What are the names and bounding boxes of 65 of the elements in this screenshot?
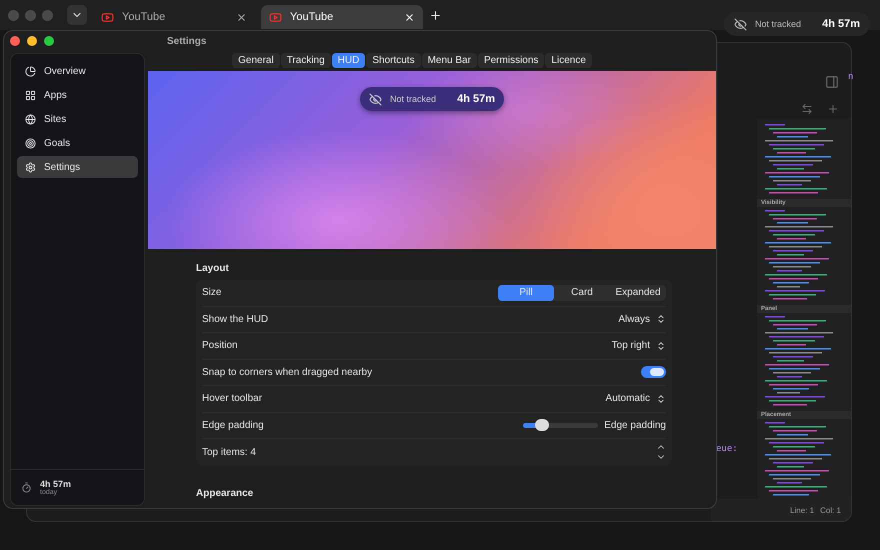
swap-icon[interactable] — [801, 103, 813, 115]
code-text: eue: — [716, 444, 738, 454]
zoom-button[interactable] — [44, 36, 54, 46]
cursor-position: Line: 1 — [790, 506, 814, 514]
popup-select[interactable]: Top right — [612, 340, 666, 352]
settings-tab[interactable]: Menu Bar — [422, 52, 477, 68]
setting-label: Hover toolbar — [202, 393, 264, 404]
section-title: Appearance — [196, 488, 254, 498]
updown-icon — [656, 394, 666, 404]
close-icon[interactable] — [236, 12, 247, 22]
tab-list-button[interactable] — [67, 5, 87, 25]
close-icon[interactable] — [404, 12, 415, 22]
eye-off-icon — [734, 18, 747, 30]
hud-time: 4h 57m — [822, 18, 860, 30]
sidebar-item[interactable]: Goals — [17, 132, 138, 154]
eye-off-icon — [369, 92, 382, 106]
popup-select[interactable]: Automatic — [606, 393, 666, 404]
updown-icon — [656, 314, 666, 324]
slider-thumb[interactable] — [535, 418, 550, 431]
setting-label: Snap to corners when dragged nearby — [202, 366, 374, 378]
popup-select[interactable]: Always — [618, 314, 666, 325]
hud-time: 4h 57m — [457, 93, 495, 105]
setting-label: Top items: 4 — [202, 446, 257, 458]
setting-label: Edge padding — [202, 420, 265, 431]
sidebar-icon — [25, 90, 36, 100]
settings-tab[interactable]: Permissions — [478, 52, 544, 68]
hud-status: Not tracked — [755, 19, 802, 29]
slider-reading: Edge padding — [604, 420, 666, 431]
settings-tab[interactable]: Licence — [545, 52, 592, 68]
sidebar-item[interactable]: Sites — [17, 108, 138, 130]
sidebar-icon — [25, 162, 36, 172]
hud-status: Not tracked — [390, 94, 436, 104]
sidebar-item[interactable]: Apps — [17, 84, 138, 106]
code-text: n — [848, 72, 854, 82]
updown-icon — [656, 340, 666, 351]
setting-label: Position — [202, 340, 239, 352]
today-total: 4h 57m — [40, 479, 72, 489]
new-tab-icon[interactable] — [429, 8, 442, 22]
sidebar-icon — [25, 114, 36, 124]
sidebar-item[interactable]: Overview — [17, 60, 138, 82]
minimize-button[interactable] — [27, 36, 37, 46]
cursor-position: Col: 1 — [820, 506, 841, 514]
setting-label: Size — [202, 287, 222, 298]
video-icon — [101, 10, 114, 24]
settings-tab[interactable]: Shortcuts — [366, 52, 421, 68]
close-button[interactable] — [10, 36, 20, 46]
setting-label: Show the HUD — [202, 314, 270, 325]
settings-tab[interactable]: Tracking — [280, 52, 331, 68]
sidebar-icon — [25, 66, 36, 76]
toggle-switch[interactable] — [641, 366, 666, 378]
section-title: Layout — [196, 263, 230, 274]
video-icon — [269, 10, 282, 24]
browser-tab[interactable]: YouTube — [261, 5, 423, 29]
window-title: Settings — [167, 36, 206, 46]
sidebar-item[interactable]: Settings — [17, 156, 138, 178]
segment-option[interactable]: Card — [554, 284, 610, 301]
window-control-dot[interactable] — [25, 10, 36, 20]
sidebar-icon — [25, 138, 36, 148]
settings-tab[interactable]: General — [232, 52, 280, 68]
segment-option[interactable]: Expanded — [610, 284, 666, 301]
panel-icon[interactable] — [825, 75, 839, 89]
add-icon[interactable] — [827, 103, 839, 115]
window-control-dot[interactable] — [8, 10, 19, 20]
timer-icon — [21, 482, 32, 493]
window-control-dot[interactable] — [42, 10, 53, 20]
